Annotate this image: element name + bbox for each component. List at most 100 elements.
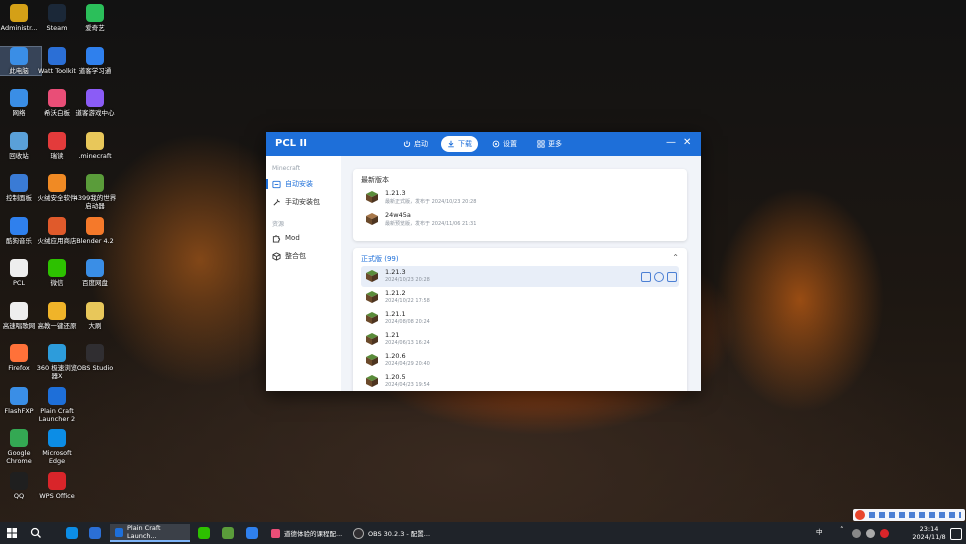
volume-icon[interactable] (866, 529, 875, 538)
desktop-app-icon (48, 259, 66, 277)
ime-tools-icons[interactable] (869, 512, 961, 518)
version-date: 2024/10/22 17:58 (385, 298, 430, 304)
version-info: 最新正式版，发布于 2024/10/23 20:28 (385, 199, 477, 205)
sidebar-item-modpack[interactable]: 整合包 (272, 250, 338, 262)
desktop-app-icon (48, 386, 66, 405)
minimize-button[interactable]: — (666, 137, 676, 148)
close-button[interactable]: ✕ (683, 137, 691, 148)
desktop-icon[interactable]: 4399我的世界启动器 (73, 174, 117, 210)
desktop-icon-label: 道客游戏中心 (75, 109, 115, 117)
list-icon[interactable] (667, 272, 677, 282)
desktop-icon[interactable]: OBS Studio (73, 344, 117, 372)
version-name: 1.21.3 (385, 189, 406, 197)
desktop-icon-label: Microsoft Edge (42, 449, 72, 465)
sidebar-item-manual-install[interactable]: 手动安装包 (272, 196, 338, 208)
desktop-icon[interactable]: WPS Office (35, 471, 79, 500)
taskbar-app-lesson[interactable]: 道德体验的课程配... (266, 524, 352, 542)
desktop-icon[interactable]: Blender 4.2 (73, 216, 117, 245)
desktop-icon[interactable]: Microsoft Edge (35, 429, 79, 465)
version-name: 1.21.2 (385, 289, 406, 297)
desktop-app-icon (48, 89, 66, 107)
active-indicator (266, 179, 268, 189)
nav-launch[interactable]: 启动 (397, 136, 434, 152)
latest-version-row[interactable]: 24w45a 最新预览版，发布于 2024/11/06 21:31 (361, 209, 679, 230)
wechat-taskbar-icon[interactable] (198, 527, 210, 539)
desktop-icon-label: 4399我的世界启动器 (73, 194, 117, 210)
nav-download[interactable]: 下载 (441, 136, 478, 152)
latest-version-row[interactable]: 1.21.3 最新正式版，发布于 2024/10/23 20:28 (361, 187, 679, 208)
card-title[interactable]: 正式版 (99) (361, 254, 399, 264)
nav-settings[interactable]: 设置 (486, 136, 523, 152)
release-version-row[interactable]: 1.20.6 2024/04/29 20:40 (361, 350, 679, 371)
desktop-icon[interactable]: 爱奇艺 (73, 4, 117, 32)
desktop-app-icon (48, 471, 66, 490)
collapse-icon[interactable]: ⌃ (672, 253, 679, 262)
puzzle-icon (272, 234, 281, 243)
sidebar-item-mod[interactable]: Mod (272, 232, 338, 244)
search-icon[interactable] (30, 527, 42, 539)
desktop-app-icon (86, 46, 104, 65)
desktop-icon[interactable]: 百度网盘 (73, 259, 117, 287)
desktop-icon[interactable]: 道客游戏中心 (73, 89, 117, 117)
app-taskbar-icon[interactable] (246, 527, 258, 539)
desktop-icon[interactable]: 大刷 (73, 301, 117, 330)
title-bar[interactable]: PCL II 启动 下载 设置 更多 — ✕ (266, 132, 701, 156)
release-version-row[interactable]: 1.21.3 2024/10/23 20:28 (361, 266, 679, 287)
sogou-ime-icon[interactable] (855, 510, 865, 520)
watt-toolkit-taskbar-icon[interactable] (89, 527, 101, 539)
save-icon[interactable] (641, 272, 651, 282)
tray-app-icon[interactable] (880, 529, 889, 538)
desktop-app-icon (10, 216, 28, 235)
content-area: 最新版本 1.21.3 最新正式版，发布于 2024/10/23 20:28 24w… (341, 156, 701, 391)
release-version-row[interactable]: 1.21.2 2024/10/22 17:58 (361, 287, 679, 308)
desktop-icon-label: Blender 4.2 (76, 236, 114, 245)
network-icon[interactable] (852, 529, 861, 538)
desktop-app-icon (10, 174, 28, 192)
desktop-icon-label: OBS Studio (76, 364, 114, 372)
desktop-app-icon (10, 89, 28, 107)
desktop-icon[interactable]: 道客学习通 (73, 46, 117, 75)
sidebar-item-auto-install[interactable]: 自动安装 (266, 178, 338, 190)
minecraft-block-icon (366, 312, 378, 324)
taskbar-app-pcl[interactable]: Plain Craft Launch... (110, 524, 190, 542)
sidebar-item-label: 自动安装 (285, 180, 313, 188)
version-date: 2024/08/08 20:24 (385, 319, 430, 325)
desktop-app-icon (48, 131, 66, 150)
minecraft-block-icon (366, 191, 378, 203)
desktop-app-icon (10, 471, 28, 490)
clock[interactable]: 23:14 2024/11/8 (910, 525, 948, 541)
clock-date: 2024/11/8 (912, 533, 946, 541)
nav-more[interactable]: 更多 (531, 136, 568, 152)
desktop-app-icon (10, 344, 28, 362)
windows-start-icon[interactable] (7, 528, 17, 538)
ime-toolbar[interactable] (853, 509, 965, 521)
desktop-app-icon (48, 344, 66, 362)
version-name: 1.21.1 (385, 310, 406, 318)
desktop-icon[interactable]: .minecraft (73, 131, 117, 160)
notification-icon[interactable] (950, 528, 962, 540)
info-icon[interactable] (654, 272, 664, 282)
version-info: 最新预览版，发布于 2024/11/06 21:31 (385, 221, 477, 227)
taskbar-app-obs[interactable]: OBS 30.2.3 - 配置... (348, 524, 436, 542)
desktop-app-icon (10, 46, 28, 65)
desktop-icon-label: 道客学习通 (78, 66, 112, 75)
desktop-icon[interactable]: Plain Craft Launcher 2 (35, 386, 79, 423)
install-icon (272, 180, 281, 188)
desktop-app-icon (86, 216, 104, 235)
clock-time: 23:14 (919, 525, 939, 533)
chevron-up-icon[interactable]: ˄ (840, 526, 844, 534)
desktop-app-icon (10, 259, 28, 277)
desktop-app-icon (10, 131, 28, 150)
minecraft-block-icon (366, 291, 378, 303)
input-language-indicator[interactable]: 中 (816, 526, 823, 536)
edge-taskbar-icon[interactable] (66, 527, 78, 539)
app-title: PCL II (275, 138, 307, 149)
release-version-row[interactable]: 1.21.1 2024/08/08 20:24 (361, 308, 679, 329)
desktop-icon-label: .minecraft (78, 151, 112, 160)
minecraft-taskbar-icon[interactable] (222, 527, 234, 539)
nav-settings-label: 设置 (503, 140, 517, 148)
desktop-app-icon (48, 216, 66, 235)
sidebar-item-label: 手动安装包 (285, 198, 320, 206)
release-version-row[interactable]: 1.21 2024/06/13 16:24 (361, 329, 679, 350)
release-version-row[interactable]: 1.20.5 2024/04/23 19:54 (361, 371, 679, 391)
